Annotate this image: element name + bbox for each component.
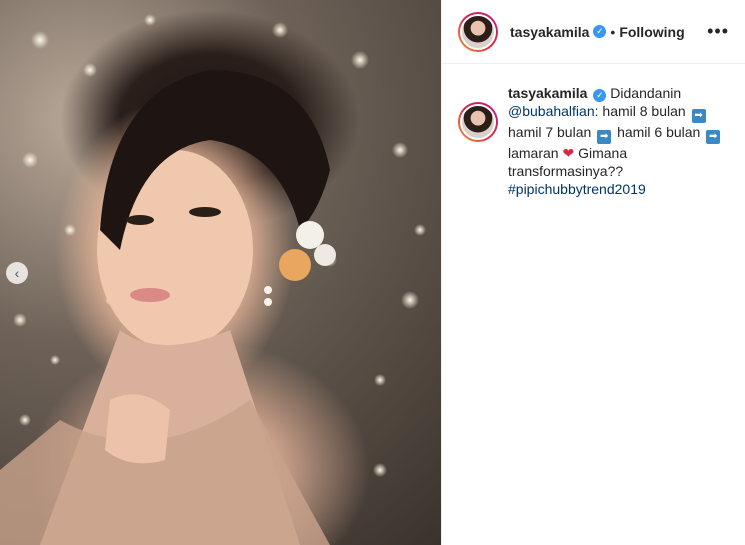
right-arrow-emoji-icon: ➡ <box>597 130 612 144</box>
caption-text: tasyakamila ✓ Didandanin @bubahalfian: ha… <box>508 84 729 198</box>
caption-text-5: lamaran <box>508 145 559 161</box>
caption-avatar-ring[interactable] <box>458 102 498 142</box>
avatar-story-ring[interactable] <box>458 11 498 52</box>
caption: tasyakamila ✓ Didandanin @bubahalfian: ha… <box>442 64 745 198</box>
following-button[interactable]: Following <box>619 24 684 40</box>
header-user-block: tasyakamila ✓ • Following <box>510 24 685 40</box>
right-arrow-emoji-icon: ➡ <box>691 109 706 123</box>
carousel-prev-icon[interactable]: ‹ <box>6 262 28 284</box>
heart-emoji-icon: ❤ <box>562 145 575 161</box>
verified-badge-icon: ✓ <box>593 25 607 38</box>
caption-text-3: hamil 7 bulan <box>508 124 592 140</box>
sequin-background <box>0 14 426 545</box>
separator-dot: • <box>610 23 616 40</box>
more-options-icon[interactable]: ••• <box>707 21 729 42</box>
post-header: tasyakamila ✓ • Following ••• <box>442 0 745 64</box>
caption-text-4: hamil 6 bulan <box>617 124 701 140</box>
caption-text-2: : hamil 8 bulan <box>594 103 686 119</box>
post-photo[interactable]: ‹ <box>0 0 441 545</box>
caption-verified-badge-icon: ✓ <box>593 88 607 102</box>
caption-text-1: Didandanin <box>610 85 682 101</box>
caption-username[interactable]: tasyakamila <box>508 85 587 101</box>
caption-avatar[interactable] <box>460 104 496 140</box>
avatar[interactable] <box>460 13 496 50</box>
hashtag-link[interactable]: #pipichubbytrend2019 <box>508 181 646 197</box>
header-username[interactable]: tasyakamila <box>510 24 589 40</box>
right-arrow-emoji-icon: ➡ <box>706 130 721 144</box>
post-side-panel: tasyakamila ✓ • Following ••• tasyakamil… <box>441 0 745 545</box>
mention-link[interactable]: @bubahalfian <box>508 103 595 119</box>
